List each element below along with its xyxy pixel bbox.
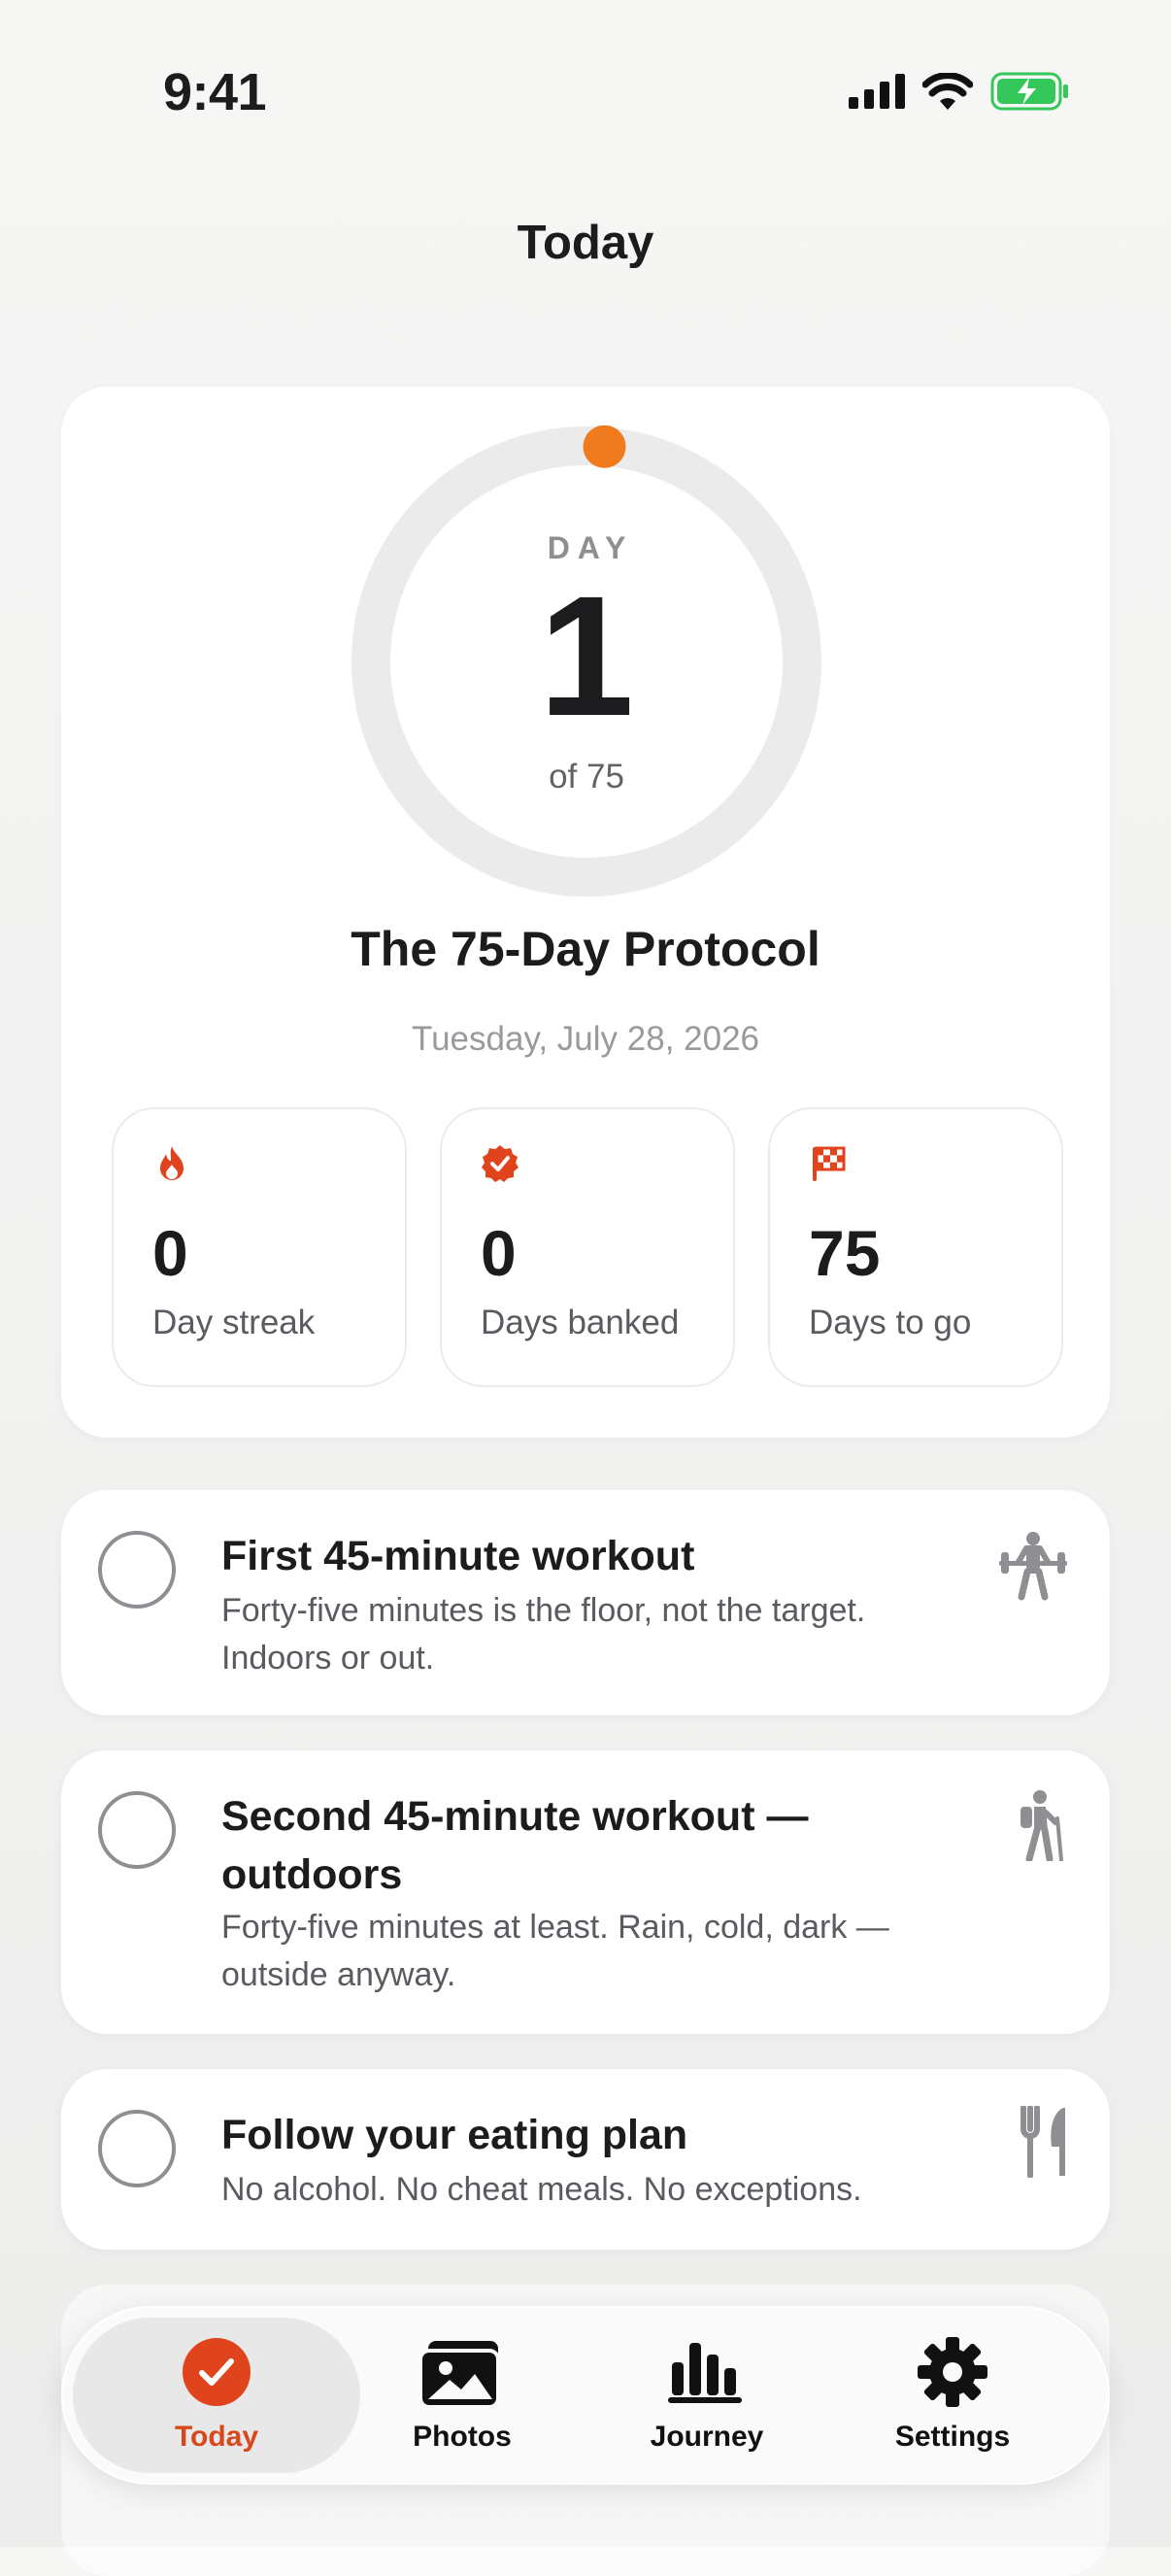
task-title: Follow your eating plan — [221, 2112, 688, 2158]
stat-value: 0 — [481, 1217, 517, 1289]
stat-days-banked: 0 Days banked — [440, 1107, 735, 1387]
task-checkbox[interactable] — [98, 2110, 176, 2187]
photos-stack-icon — [418, 2341, 500, 2409]
checkmark-circle-icon — [183, 2338, 251, 2406]
task-description: No alcohol. No cheat meals. No exception… — [221, 2171, 862, 2208]
tab-today[interactable]: Today — [95, 2306, 338, 2485]
task-card-first-workout[interactable]: First 45-minute workout Forty-five minut… — [61, 1490, 1110, 1715]
tab-settings[interactable]: Settings — [831, 2306, 1074, 2485]
stats-row: 0 Day streak 0 Days banked 75 Days to go — [112, 1107, 1063, 1387]
task-checkbox[interactable] — [98, 1531, 176, 1609]
stat-days-to-go: 75 Days to go — [768, 1107, 1063, 1387]
tab-label: Settings — [894, 2421, 1011, 2453]
wifi-icon — [922, 73, 973, 110]
tab-bar: Today Photos Journey Settings — [61, 2306, 1110, 2485]
stat-day-streak: 0 Day streak — [112, 1107, 407, 1387]
day-number: 1 — [539, 561, 634, 752]
current-date: Tuesday, July 28, 2026 — [412, 1020, 759, 1058]
task-title: Second 45-minute workout — outdoors — [221, 1793, 809, 1898]
page-title: Today — [517, 217, 654, 269]
task-card-eating-plan[interactable]: Follow your eating plan No alcohol. No c… — [61, 2069, 1110, 2250]
verified-badge-icon — [482, 1145, 519, 1182]
battery-charging-icon — [990, 72, 1068, 111]
task-description: Forty-five minutes is the floor, not the… — [221, 1592, 866, 1677]
tab-label: Photos — [413, 2421, 512, 2453]
stat-label: Days to go — [809, 1304, 972, 1341]
checkered-flag-icon — [813, 1146, 846, 1181]
task-title: First 45-minute workout — [221, 1533, 695, 1579]
progress-card: DAY 1 of 75 The 75-Day Protocol Tuesday,… — [61, 387, 1110, 1438]
flame-icon — [160, 1146, 184, 1180]
tab-journey[interactable]: Journey — [586, 2306, 828, 2485]
stat-label: Day streak — [152, 1304, 316, 1341]
bar-chart-icon — [668, 2343, 742, 2403]
stat-label: Days banked — [481, 1304, 680, 1341]
status-icons — [849, 72, 1070, 111]
tab-label: Journey — [650, 2421, 764, 2453]
task-checkbox[interactable] — [98, 1791, 176, 1869]
day-counter: DAY 1 of 75 — [351, 425, 822, 898]
stat-value: 75 — [809, 1217, 881, 1289]
task-description: Forty-five minutes at least. Rain, cold,… — [221, 1909, 889, 1993]
cellular-signal-icon — [849, 74, 905, 109]
hiker-icon — [1020, 1790, 1063, 1861]
day-total: of 75 — [549, 758, 624, 796]
program-title: The 75-Day Protocol — [351, 922, 820, 976]
fork-knife-icon — [1020, 2106, 1065, 2178]
stat-value: 0 — [152, 1217, 188, 1289]
tab-label: Today — [174, 2421, 259, 2453]
task-card-outdoor-workout[interactable]: Second 45-minute workout — outdoors Fort… — [61, 1750, 1110, 2034]
tab-photos[interactable]: Photos — [341, 2306, 584, 2485]
gear-icon — [918, 2337, 987, 2407]
weightlifter-icon — [999, 1532, 1067, 1601]
status-time: 9:41 — [163, 63, 267, 121]
